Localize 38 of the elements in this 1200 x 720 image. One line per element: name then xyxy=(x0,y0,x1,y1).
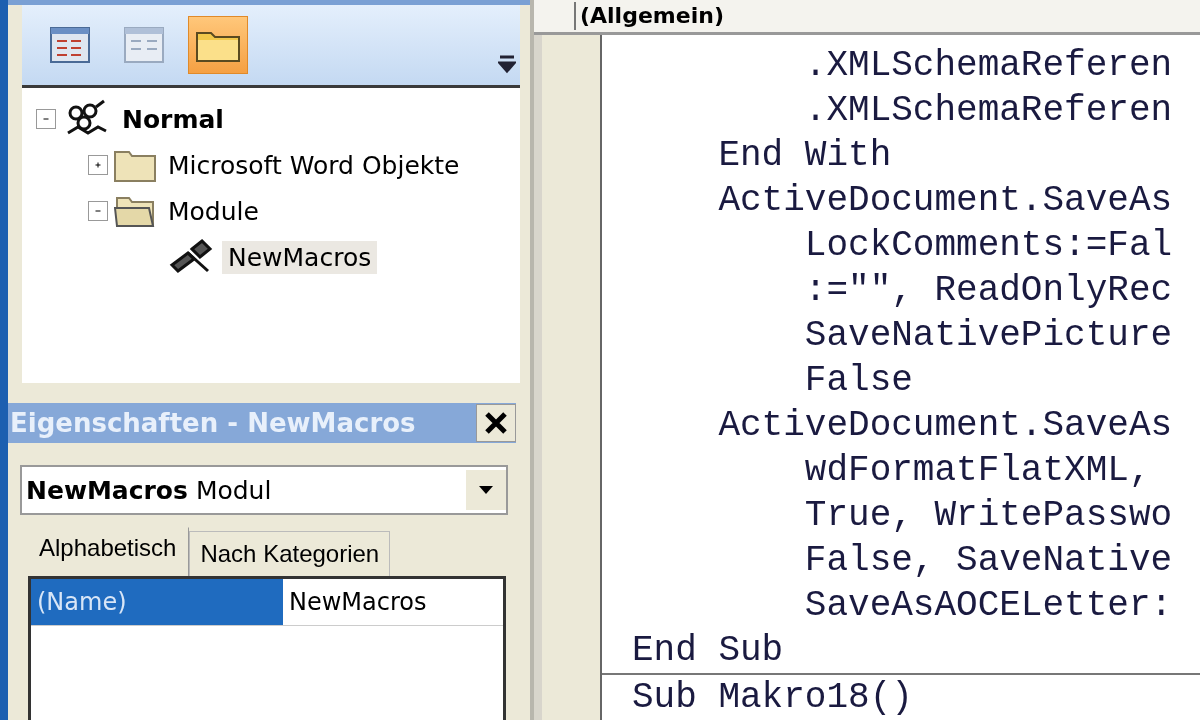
form-grid-icon xyxy=(50,27,90,63)
code-line: True, WritePasswo xyxy=(803,494,1173,538)
code-line: .XMLSchemaReferen xyxy=(803,89,1173,133)
close-icon xyxy=(484,411,508,435)
property-value[interactable]: NewMacros xyxy=(283,579,503,625)
object-dropdown[interactable]: NewMacros Modul xyxy=(20,465,508,515)
tree-item[interactable]: Microsoft Word Objekte xyxy=(162,148,466,182)
code-line: Sub Makro18() xyxy=(632,676,913,720)
tab[interactable]: Nach Kategorien xyxy=(189,531,391,576)
code-line: False xyxy=(803,359,913,403)
folder-icon xyxy=(114,148,156,182)
code-line: wdFormatFlatXML, xyxy=(803,449,1151,493)
code-line: ActiveDocument.SaveAs xyxy=(717,179,1173,223)
code-line: ActiveDocument.SaveAs xyxy=(717,404,1173,448)
code-line: :="", ReadOnlyRec xyxy=(803,269,1173,313)
collapse-icon[interactable] xyxy=(36,109,56,129)
code-line: SaveNativePicture xyxy=(803,314,1173,358)
code-line: End With xyxy=(717,134,892,178)
form-grid-icon xyxy=(124,27,164,63)
tree-item[interactable]: Module xyxy=(162,194,265,228)
dropdown-value: NewMacros Modul xyxy=(26,475,272,505)
dropdown-arrow-icon xyxy=(479,486,493,494)
tree-item[interactable]: Normal xyxy=(116,102,230,136)
object-dropdown[interactable]: (Allgemein) xyxy=(574,2,724,30)
overflow-icon[interactable] xyxy=(498,53,516,75)
toolbar-button[interactable] xyxy=(188,16,248,74)
collapse-icon[interactable] xyxy=(88,201,108,221)
code-line: LockComments:=Fal xyxy=(803,224,1173,268)
close-button[interactable] xyxy=(476,404,516,442)
code-line: SaveAsAOCELetter: xyxy=(803,584,1173,628)
panel-title: Eigenschaften - NewMacros xyxy=(9,408,416,438)
code-line: False, SaveNative xyxy=(803,539,1173,583)
expand-icon[interactable] xyxy=(88,155,108,175)
tree-item[interactable]: NewMacros xyxy=(222,240,378,274)
property-name[interactable]: (Name) xyxy=(31,579,283,625)
code-line: .XMLSchemaReferen xyxy=(803,44,1173,88)
open-folder-icon xyxy=(114,194,156,228)
code-line: End Sub xyxy=(632,629,784,673)
